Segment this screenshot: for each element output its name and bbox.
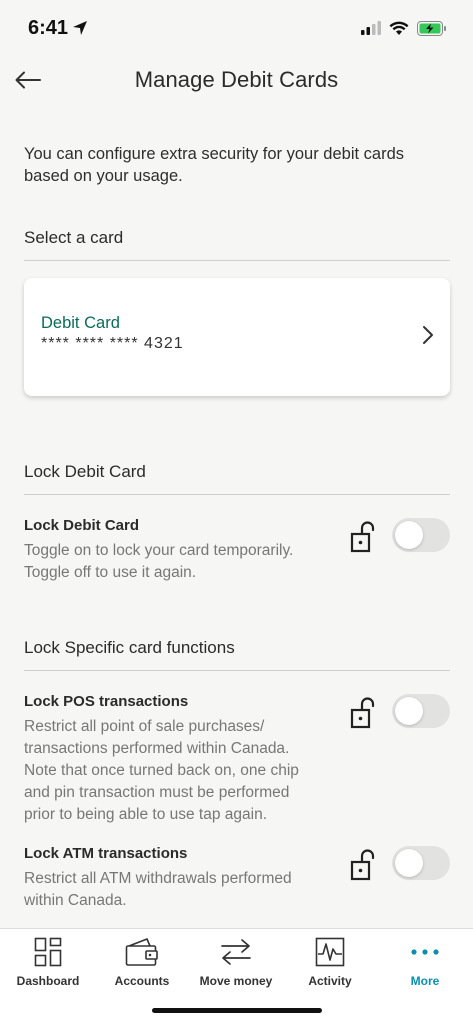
intro-text: You can configure extra security for you… <box>24 145 405 185</box>
lock-pos-description: Restrict all point of sale purchases/ tr… <box>24 718 299 823</box>
wallet-icon <box>125 938 158 966</box>
header: Manage Debit Cards <box>0 56 473 104</box>
lock-pos-toggle[interactable] <box>392 694 450 728</box>
activity-chart-icon <box>315 937 345 967</box>
toggle-knob <box>395 697 423 725</box>
more-dots-icon <box>411 949 439 955</box>
lock-atm-title: Lock ATM transactions <box>24 845 188 862</box>
back-arrow-icon <box>15 71 41 89</box>
nav-more[interactable]: More <box>378 935 472 991</box>
lock-debit-card-description: Toggle on to lock your card temporarily.… <box>24 542 294 581</box>
nav-move-money[interactable]: Move money <box>189 935 283 991</box>
unlocked-padlock-icon <box>350 849 375 881</box>
nav-move-money-label: Move money <box>199 974 273 988</box>
lock-atm-toggle[interactable] <box>392 846 450 880</box>
status-bar: 6:41 <box>0 0 473 56</box>
time-text: 6:41 <box>28 16 69 39</box>
toggle-knob <box>395 849 423 877</box>
transfer-arrows-icon <box>221 939 251 965</box>
card-number: **** **** **** 4321 <box>41 335 184 352</box>
nav-activity[interactable]: Activity <box>283 935 377 991</box>
chevron-right-icon <box>423 326 433 344</box>
lock-pos-title: Lock POS transactions <box>24 693 189 710</box>
lock-debit-card-title: Lock Debit Card <box>24 517 140 534</box>
lock-atm-setting: Lock ATM transactions Restrict all ATM w… <box>24 845 450 912</box>
back-button[interactable] <box>10 62 46 98</box>
status-time: 6:41 <box>28 17 88 40</box>
lock-debit-card-toggle[interactable] <box>392 518 450 552</box>
wifi-icon <box>389 21 409 35</box>
unlocked-padlock-icon <box>350 521 375 553</box>
lock-pos-setting: Lock POS transactions Restrict all point… <box>24 693 450 826</box>
nav-dashboard[interactable]: Dashboard <box>1 935 95 991</box>
nav-accounts-label: Accounts <box>114 974 170 988</box>
toggle-knob <box>395 521 423 549</box>
debit-card-tile[interactable]: Debit Card **** **** **** 4321 <box>24 278 450 396</box>
home-indicator <box>152 1008 322 1013</box>
lock-debit-card-section-title: Lock Debit Card <box>24 462 450 495</box>
nav-accounts[interactable]: Accounts <box>95 935 189 991</box>
nav-dashboard-label: Dashboard <box>16 974 80 988</box>
nav-more-label: More <box>410 974 440 988</box>
dashboard-icon <box>34 937 62 967</box>
select-card-section-title: Select a card <box>24 228 450 261</box>
status-icons <box>361 20 447 36</box>
page-title: Manage Debit Cards <box>134 67 339 92</box>
lock-debit-card-setting: Lock Debit Card Toggle on to lock your c… <box>24 517 450 584</box>
location-arrow-icon <box>73 21 88 35</box>
lock-functions-section-title: Lock Specific card functions <box>24 638 450 671</box>
battery-charging-icon <box>417 20 446 36</box>
unlocked-padlock-icon <box>350 697 375 729</box>
nav-activity-label: Activity <box>308 974 352 988</box>
card-name: Debit Card <box>41 314 120 332</box>
lock-atm-description: Restrict all ATM withdrawals performed w… <box>24 870 292 909</box>
cellular-signal-icon <box>361 21 381 35</box>
